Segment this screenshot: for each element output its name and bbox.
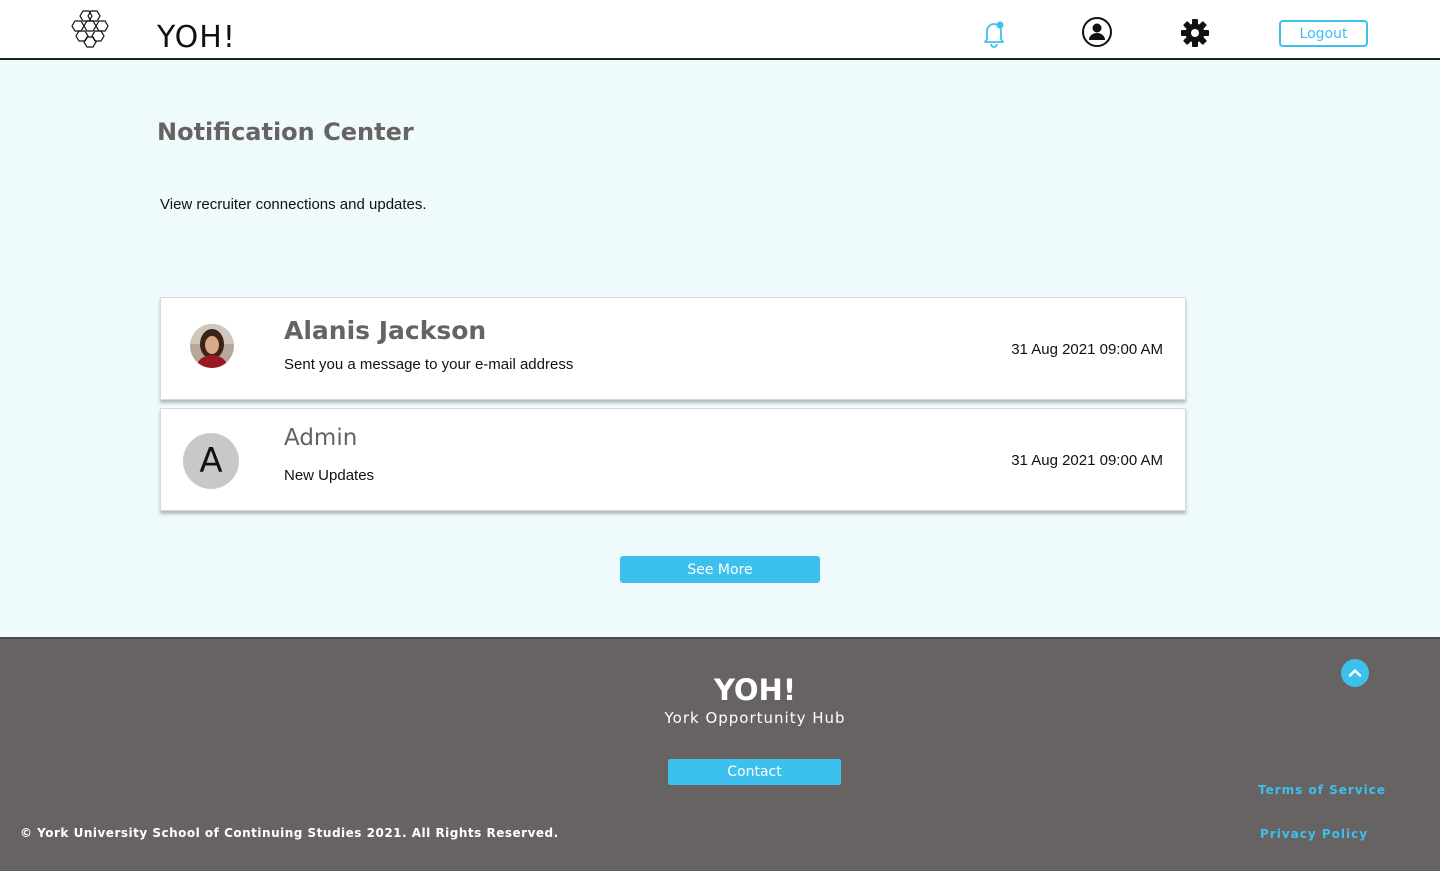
chevron-up-icon [1348, 669, 1362, 677]
notification-message: New Updates [284, 467, 375, 484]
notification-sender: Alanis Jackson [284, 316, 487, 345]
avatar [190, 324, 234, 368]
privacy-policy-link[interactable]: Privacy Policy [1260, 827, 1368, 841]
terms-of-service-link[interactable]: Terms of Service [1258, 783, 1386, 797]
profile-icon[interactable] [1081, 16, 1113, 48]
page-title: Notification Center [157, 118, 414, 146]
notification-dot [996, 21, 1004, 29]
scroll-to-top-button[interactable] [1341, 659, 1369, 687]
bell-icon[interactable] [980, 18, 1008, 48]
notification-message: Sent you a message to your e-mail addres… [284, 356, 574, 373]
notification-timestamp: 31 Aug 2021 09:00 AM [1011, 341, 1163, 358]
top-nav-bar: YOH! Logout [0, 0, 1440, 60]
see-more-button[interactable]: See More [620, 556, 820, 583]
footer-brand: YOH! [713, 673, 797, 707]
notification-card[interactable]: Alanis Jackson Sent you a message to you… [160, 297, 1186, 400]
notification-timestamp: 31 Aug 2021 09:00 AM [1011, 452, 1163, 469]
footer: YOH! York Opportunity Hub Contact Terms … [0, 637, 1440, 871]
notification-sender: Admin [284, 425, 358, 451]
footer-tagline: York Opportunity Hub [664, 709, 846, 727]
contact-button[interactable]: Contact [668, 759, 841, 785]
avatar: A [183, 433, 239, 489]
copyright-text: © York University School of Continuing S… [20, 826, 559, 840]
gear-icon[interactable] [1180, 18, 1210, 48]
brand-name[interactable]: YOH! [157, 18, 236, 58]
page-subtitle: View recruiter connections and updates. [160, 196, 427, 213]
avatar-photo-icon [190, 324, 234, 368]
honeycomb-logo-icon[interactable] [70, 9, 110, 49]
logout-button[interactable]: Logout [1279, 20, 1368, 47]
notification-card[interactable]: A Admin New Updates 31 Aug 2021 09:00 AM [160, 408, 1186, 511]
